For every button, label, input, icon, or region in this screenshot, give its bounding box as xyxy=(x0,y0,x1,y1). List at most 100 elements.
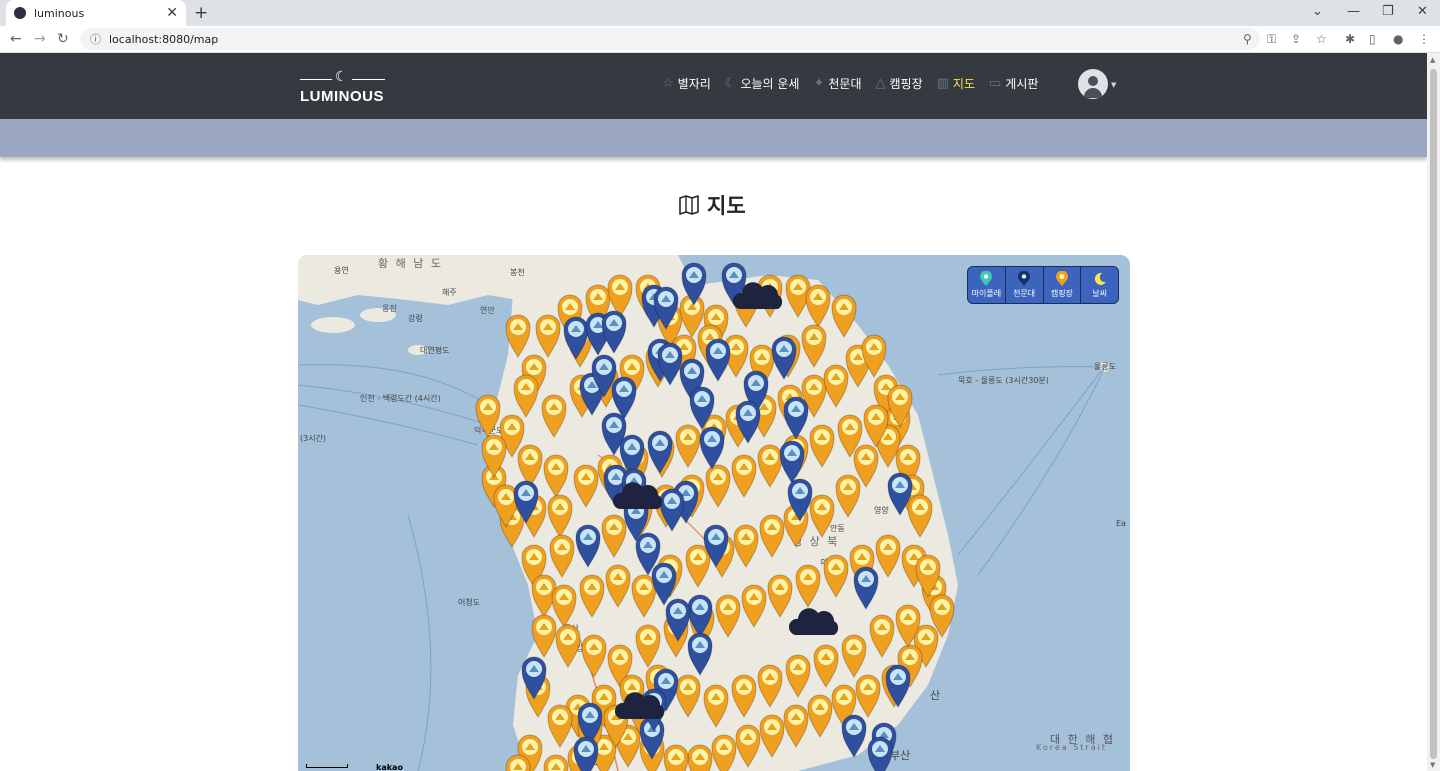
camping-marker[interactable] xyxy=(505,314,531,358)
camping-marker[interactable] xyxy=(663,744,689,771)
camping-marker[interactable] xyxy=(785,654,811,698)
nav-item-map[interactable]: ▥ 지도 xyxy=(937,75,975,92)
camping-marker[interactable] xyxy=(535,314,561,358)
user-avatar[interactable] xyxy=(1078,69,1108,99)
camping-marker[interactable] xyxy=(635,624,661,668)
observatory-marker[interactable] xyxy=(651,562,677,606)
nav-item-camping[interactable]: △ 캠핑장 xyxy=(875,75,922,92)
camping-marker[interactable] xyxy=(807,694,833,738)
camping-marker[interactable] xyxy=(757,664,783,708)
kebab-menu-icon[interactable]: ⋮ xyxy=(1418,32,1430,46)
camping-marker[interactable] xyxy=(869,614,895,658)
restore-button[interactable]: ❐ xyxy=(1382,4,1394,19)
key-icon[interactable]: ⚿ xyxy=(1267,32,1276,47)
observatory-marker[interactable] xyxy=(687,632,713,676)
camping-marker[interactable] xyxy=(607,274,633,318)
camping-marker[interactable] xyxy=(835,474,861,518)
camping-marker[interactable] xyxy=(805,284,831,328)
camping-marker[interactable] xyxy=(547,704,573,748)
camping-marker[interactable] xyxy=(555,624,581,668)
camping-marker[interactable] xyxy=(907,494,933,538)
extensions-icon[interactable]: ✱ xyxy=(1345,32,1355,46)
camping-marker[interactable] xyxy=(475,394,501,438)
camping-marker[interactable] xyxy=(733,524,759,568)
page-scrollbar[interactable]: ▲ ▼ xyxy=(1427,53,1440,771)
camping-marker[interactable] xyxy=(687,744,713,771)
forward-arrow-icon[interactable]: → xyxy=(34,31,46,47)
observatory-marker[interactable] xyxy=(659,488,685,532)
nav-item-observatory[interactable]: ✦ 천문대 xyxy=(813,75,861,92)
browser-tab[interactable]: luminous ✕ xyxy=(6,0,186,26)
bookmark-star-icon[interactable]: ☆ xyxy=(1316,32,1327,46)
camping-marker[interactable] xyxy=(801,324,827,368)
tab-close-icon[interactable]: ✕ xyxy=(166,6,178,20)
camping-marker[interactable] xyxy=(573,464,599,508)
map-container[interactable]: 황 해 남 도 용연 해주 봉천 옹진 강령 연안 대연평도 인천 - 백령도간… xyxy=(298,255,1130,771)
camping-marker[interactable] xyxy=(735,724,761,768)
camping-marker[interactable] xyxy=(855,674,881,718)
nav-item-board[interactable]: ▭ 게시판 xyxy=(989,75,1038,92)
scrollbar-thumb[interactable] xyxy=(1430,69,1437,759)
camping-marker[interactable] xyxy=(551,584,577,628)
observatory-marker[interactable] xyxy=(771,336,797,380)
camping-marker[interactable] xyxy=(783,704,809,748)
camping-marker[interactable] xyxy=(823,364,849,408)
address-bar[interactable]: ⓘ localhost:8080/map xyxy=(80,28,1260,50)
new-tab-button[interactable]: + xyxy=(194,3,208,23)
observatory-marker[interactable] xyxy=(705,338,731,382)
observatory-marker[interactable] xyxy=(853,566,879,610)
camping-marker[interactable] xyxy=(531,614,557,658)
side-panel-icon[interactable]: ▯ xyxy=(1369,32,1376,46)
camping-marker[interactable] xyxy=(711,734,737,771)
weather-cloud-marker[interactable] xyxy=(788,608,839,635)
scroll-down-icon[interactable]: ▼ xyxy=(1430,761,1435,769)
back-arrow-icon[interactable]: ← xyxy=(10,31,22,47)
camping-marker[interactable] xyxy=(549,534,575,578)
camping-marker[interactable] xyxy=(703,684,729,728)
camping-marker[interactable] xyxy=(705,464,731,508)
camping-marker[interactable] xyxy=(685,544,711,588)
camping-marker[interactable] xyxy=(831,294,857,338)
camping-marker[interactable] xyxy=(731,454,757,498)
camping-marker[interactable] xyxy=(767,574,793,618)
camping-marker[interactable] xyxy=(757,444,783,488)
caret-down-icon[interactable]: ▼ xyxy=(1111,81,1116,89)
camping-marker[interactable] xyxy=(601,514,627,558)
observatory-marker[interactable] xyxy=(885,664,911,708)
camping-marker[interactable] xyxy=(795,564,821,608)
observatory-marker[interactable] xyxy=(783,396,809,440)
camping-marker[interactable] xyxy=(813,644,839,688)
camping-marker[interactable] xyxy=(759,514,785,558)
camping-marker[interactable] xyxy=(517,444,543,488)
close-window-button[interactable]: ✕ xyxy=(1417,4,1428,19)
camping-marker[interactable] xyxy=(513,374,539,418)
camping-marker[interactable] xyxy=(715,594,741,638)
camping-marker[interactable] xyxy=(543,454,569,498)
minimize-button[interactable]: — xyxy=(1347,4,1360,19)
camping-marker[interactable] xyxy=(579,574,605,618)
observatory-marker[interactable] xyxy=(601,310,627,354)
location-icon[interactable]: ⚲ xyxy=(1243,32,1252,46)
nav-item-fortune[interactable]: ☾ 오늘의 운세 xyxy=(725,75,800,92)
camping-marker[interactable] xyxy=(541,394,567,438)
filter-observatory-button[interactable]: 천문대 xyxy=(1005,267,1044,303)
camping-marker[interactable] xyxy=(809,424,835,468)
filter-camping-button[interactable]: 캠핑장 xyxy=(1043,267,1082,303)
tab-search-icon[interactable]: ⌄ xyxy=(1312,4,1323,19)
camping-marker[interactable] xyxy=(759,714,785,758)
observatory-marker[interactable] xyxy=(779,440,805,484)
share-icon[interactable]: ⇪ xyxy=(1291,32,1301,46)
camping-marker[interactable] xyxy=(841,634,867,678)
camping-marker[interactable] xyxy=(731,674,757,718)
observatory-marker[interactable] xyxy=(699,426,725,470)
camping-marker[interactable] xyxy=(543,754,569,771)
camping-marker[interactable] xyxy=(741,584,767,628)
camping-marker[interactable] xyxy=(581,634,607,678)
filter-weather-button[interactable]: 날씨 xyxy=(1081,267,1118,303)
observatory-marker[interactable] xyxy=(575,524,601,568)
camping-marker[interactable] xyxy=(809,494,835,538)
nav-item-constellation[interactable]: ☆ 별자리 xyxy=(662,75,711,92)
profile-icon[interactable]: ● xyxy=(1393,32,1403,46)
observatory-marker[interactable] xyxy=(867,736,893,771)
reload-icon[interactable]: ↻ xyxy=(57,31,69,47)
